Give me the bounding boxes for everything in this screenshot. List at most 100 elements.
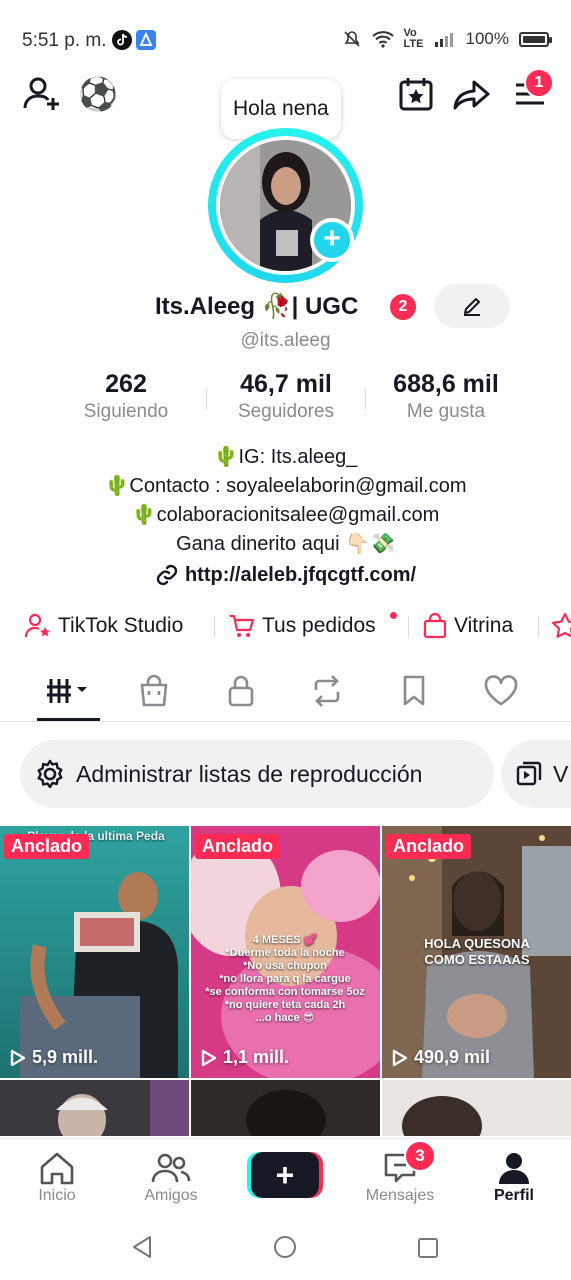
tab-private[interactable] [211, 668, 271, 714]
home-circle-icon[interactable] [273, 1235, 297, 1259]
home-icon [40, 1152, 74, 1185]
share-icon [453, 80, 490, 110]
nav-friends[interactable]: Amigos [126, 1149, 216, 1205]
play-icon [10, 1049, 26, 1066]
nav-home[interactable]: Inicio [12, 1149, 102, 1205]
plus-icon: + [275, 1156, 295, 1193]
wifi-icon [371, 31, 394, 48]
status-time: 5:51 p. m. [22, 30, 107, 51]
gear-icon [37, 759, 63, 789]
link-icon [156, 564, 178, 586]
manage-playlists-chip[interactable]: Administrar listas de reproducción [20, 740, 494, 808]
create-button[interactable]: + [251, 1152, 319, 1198]
orders-label: Tus pedidos [262, 614, 376, 637]
tab-favorites[interactable] [384, 668, 444, 714]
likes-count: 688,6 mil [393, 370, 499, 398]
lock-icon [228, 675, 254, 707]
nav-profile-label: Perfil [493, 1187, 534, 1204]
stat-likes[interactable]: 688,6 mil Me gusta [378, 370, 514, 423]
tiktok-studio-label: TikTok Studio [58, 614, 184, 637]
ball-emoji[interactable]: ⚽ [76, 72, 120, 116]
menu-badge: 1 [524, 68, 554, 98]
video-thumbnail[interactable]: HOLA QUESONA COMO ESTAAAS Anclado 490,9 … [382, 826, 571, 1078]
share-profile-button[interactable] [450, 72, 494, 116]
add-user-icon [23, 77, 59, 110]
play-icon [201, 1049, 217, 1066]
add-friend-button[interactable] [20, 72, 64, 116]
profile-note-text: Hola nena [233, 97, 329, 120]
name-badge: 2 [388, 292, 418, 322]
pencil-icon [464, 298, 480, 316]
tab-shop[interactable] [124, 668, 184, 714]
followers-label: Seguidores [237, 401, 335, 422]
video-thumbnail[interactable] [0, 1080, 189, 1136]
likes-label: Me gusta [406, 401, 486, 422]
stat-following[interactable]: 262 Siguiendo [66, 370, 186, 423]
profile-handle: @its.aleeg [240, 330, 331, 351]
view-count: 5,9 mill. [32, 1047, 99, 1067]
followers-count: 46,7 mil [240, 370, 332, 398]
video-thumbnail[interactable] [382, 1080, 571, 1136]
play-icon [392, 1049, 408, 1066]
stat-divider [206, 388, 207, 410]
following-count: 262 [105, 370, 147, 398]
tiktok-notification-icon [112, 30, 132, 50]
view-count: 1,1 mill. [223, 1047, 290, 1067]
video-caption: 4 MESES 💕 *Duerme toda la noche *No usa … [205, 934, 365, 1024]
video-thumbnail[interactable] [191, 1080, 380, 1136]
pinned-label: Anclado [4, 834, 90, 859]
calendar-button[interactable] [394, 72, 438, 116]
tiktok-studio-link[interactable]: TikTok Studio [24, 612, 183, 640]
back-icon[interactable] [130, 1234, 154, 1260]
tab-liked[interactable] [471, 668, 531, 714]
playlist-chip[interactable]: V [501, 740, 571, 808]
video-views: 1,1 mill. [201, 1047, 289, 1068]
playlist-icon [516, 761, 542, 786]
bio-line: 🌵IG: Its.aleeg_ [213, 446, 358, 468]
orders-link[interactable]: Tus pedidos [228, 612, 376, 640]
bookmark-icon [403, 675, 425, 706]
stat-followers[interactable]: 46,7 mil Seguidores [220, 370, 352, 423]
repost-icon [314, 675, 340, 707]
bio-line: 🌵colaboracionitsalee@gmail.com [131, 504, 440, 526]
video-views: 5,9 mill. [10, 1047, 98, 1068]
nav-home-label: Inicio [38, 1187, 76, 1204]
video-thumbnail[interactable]: Player de la ultima Peda Anclado 5,9 mil… [0, 826, 189, 1078]
battery-percent: 100% [465, 29, 509, 48]
playlist-chip-label: V [553, 760, 569, 787]
tab-reposts[interactable] [297, 668, 357, 714]
showcase-link[interactable]: Vitrina [422, 612, 513, 640]
system-nav-bar [0, 1220, 571, 1280]
bio-line: Gana dinerito aqui 👇🏻💸 [176, 533, 395, 555]
battery-icon [519, 31, 552, 47]
nav-profile[interactable]: Perfil [469, 1149, 559, 1205]
bio-link[interactable]: http://aleleb.jfqcgtf.com/ [0, 563, 571, 587]
edit-profile-button[interactable] [434, 284, 510, 328]
person-star-icon [24, 613, 50, 638]
nav-messages-label: Mensajes [365, 1187, 435, 1204]
volte-label: Vo LTE [403, 27, 424, 50]
signal-icon [434, 33, 453, 47]
app-notification-icon [136, 30, 156, 50]
add-story-button[interactable]: + [310, 218, 354, 262]
orders-notification-dot [390, 612, 397, 619]
tab-videos[interactable] [40, 668, 100, 714]
manage-playlists-label: Administrar listas de reproducción [76, 760, 423, 787]
cart-icon [230, 614, 255, 637]
heart-icon [484, 675, 518, 706]
pinned-label: Anclado [195, 834, 281, 859]
messages-badge: 3 [404, 1140, 436, 1172]
star-outline-icon [551, 612, 571, 638]
video-thumbnail[interactable]: 4 MESES 💕 *Duerme toda la noche *No usa … [191, 826, 380, 1078]
recents-icon[interactable] [417, 1237, 439, 1259]
calendar-star-icon [399, 78, 433, 111]
quick-link-divider [214, 616, 215, 638]
shop-bag-icon [140, 674, 168, 707]
quick-link-divider [408, 616, 409, 638]
video-views: 490,9 mil [392, 1047, 490, 1068]
bio-link-text: http://aleleb.jfqcgtf.com/ [184, 563, 417, 586]
stat-divider [365, 388, 366, 410]
status-bar: 5:51 p. m. Vo LTE 100% [0, 0, 571, 80]
videos-grid-icon [47, 679, 87, 703]
more-quick-link[interactable] [550, 612, 571, 642]
